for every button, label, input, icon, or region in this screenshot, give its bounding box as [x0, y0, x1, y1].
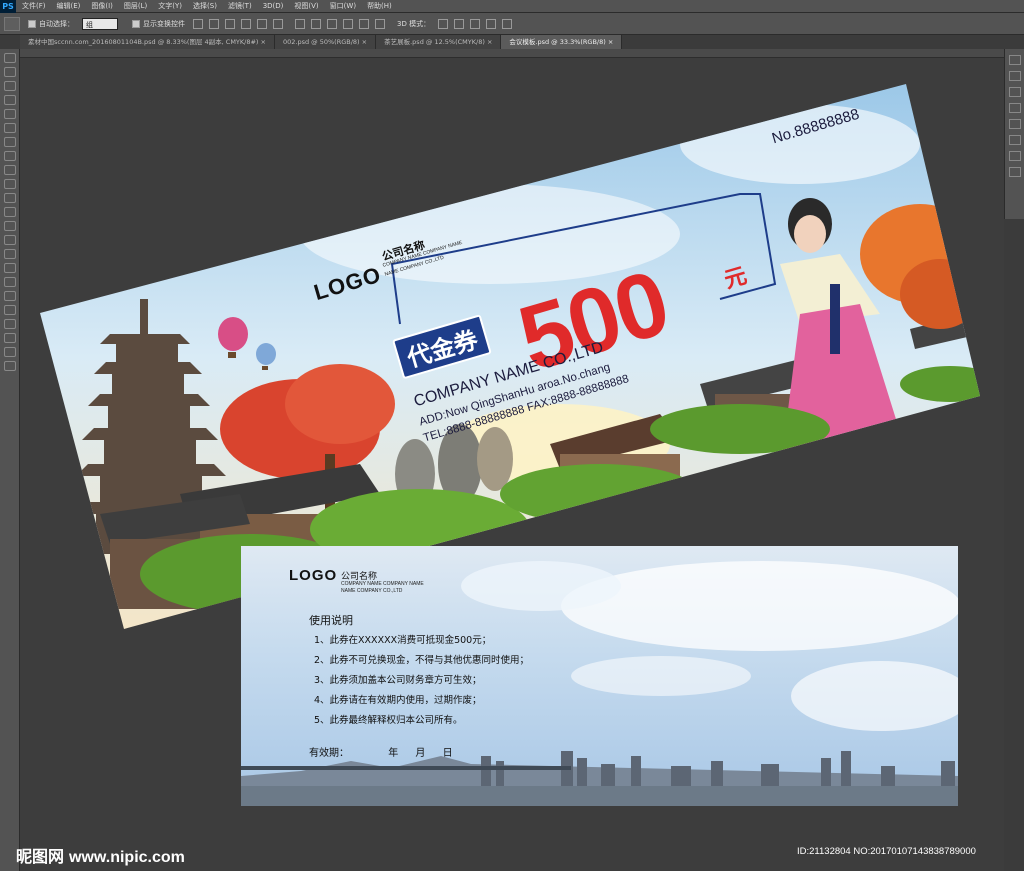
- usage-rule: 1、此券在XXXXXX消费可抵现金500元；: [314, 635, 492, 646]
- paragraph-panel-icon[interactable]: [1009, 167, 1021, 177]
- distribute-right-icon[interactable]: [375, 18, 385, 29]
- options-bar: 自动选择： 组 显示变换控件 3D 模式：: [0, 13, 1024, 35]
- path-select-icon[interactable]: [4, 277, 16, 287]
- align-buttons: [193, 18, 283, 29]
- menu-image[interactable]: 图像(I): [91, 1, 113, 11]
- roll-3d-icon[interactable]: [454, 18, 465, 29]
- tools-panel: [0, 49, 20, 871]
- menu-edit[interactable]: 编辑(E): [57, 1, 81, 11]
- menu-file[interactable]: 文件(F): [22, 1, 46, 11]
- show-transform-checkbox[interactable]: [132, 19, 140, 28]
- eraser-icon[interactable]: [4, 193, 16, 203]
- validity-day: 日: [442, 748, 453, 759]
- menu-filter[interactable]: 滤镜(T): [228, 1, 252, 11]
- drag-3d-icon[interactable]: [470, 18, 481, 29]
- back-company-small-1: COMPANY NAME COMPANY NAME: [341, 581, 424, 587]
- usage-rule: 5、此券最终解释权归本公司所有。: [314, 715, 463, 726]
- screen-mode-icon[interactable]: [4, 361, 16, 371]
- eyedropper-icon[interactable]: [4, 123, 16, 133]
- menu-help[interactable]: 帮助(H): [367, 1, 392, 11]
- align-right-icon[interactable]: [273, 18, 283, 29]
- photoshop-logo-icon[interactable]: PS: [0, 0, 16, 13]
- auto-select-dropdown[interactable]: 组: [82, 17, 118, 30]
- distribute-buttons: [295, 18, 385, 29]
- voucher-back: LOGO 公司名称 COMPANY NAME COMPANY NAME NAME…: [241, 546, 958, 806]
- auto-select-label: 自动选择：: [39, 19, 74, 28]
- align-bottom-icon[interactable]: [225, 18, 235, 29]
- align-left-icon[interactable]: [241, 18, 251, 29]
- adjustments-panel-icon[interactable]: [1009, 135, 1021, 145]
- history-panel-icon[interactable]: [1009, 55, 1021, 65]
- dodge-icon[interactable]: [4, 235, 16, 245]
- type-icon[interactable]: [4, 263, 16, 273]
- brush-icon[interactable]: [4, 151, 16, 161]
- distribute-center-icon[interactable]: [359, 18, 369, 29]
- distribute-top-icon[interactable]: [295, 18, 305, 29]
- validity-line: 有效期： 年 月 日: [309, 744, 467, 759]
- usage-heading: 使用说明: [309, 614, 353, 627]
- tab-document-1[interactable]: 素材中国sccnn.com_20160801104B.psd @ 8.33%(图…: [20, 35, 275, 49]
- distribute-left-icon[interactable]: [343, 18, 353, 29]
- clone-stamp-icon[interactable]: [4, 165, 16, 175]
- foreground-color-icon[interactable]: [4, 333, 16, 343]
- scale-3d-icon[interactable]: [502, 18, 513, 29]
- move-tool-icon[interactable]: [4, 16, 20, 31]
- usage-rule: 3、此券须加盖本公司财务章方可生效；: [314, 675, 482, 686]
- align-middle-icon[interactable]: [209, 18, 219, 29]
- menu-3d[interactable]: 3D(D): [263, 2, 284, 10]
- properties-panel-icon[interactable]: [1009, 71, 1021, 81]
- quick-select-icon[interactable]: [4, 95, 16, 105]
- tab-document-4[interactable]: 会议模板.psd @ 33.3%(RGB/8) ×: [501, 35, 623, 49]
- shape-icon[interactable]: [4, 291, 16, 301]
- paths-panel-icon[interactable]: [1009, 119, 1021, 129]
- menu-window[interactable]: 窗口(W): [330, 1, 356, 11]
- image-id-watermark: ID:21132804 NO:20170107143838789000: [797, 846, 976, 857]
- align-top-icon[interactable]: [193, 18, 203, 29]
- pen-icon[interactable]: [4, 249, 16, 259]
- mode-3d-buttons: [438, 18, 513, 29]
- menu-type[interactable]: 文字(Y): [158, 1, 182, 11]
- layers-panel-icon[interactable]: [1009, 87, 1021, 97]
- quick-mask-icon[interactable]: [4, 347, 16, 357]
- channels-panel-icon[interactable]: [1009, 103, 1021, 113]
- auto-select-checkbox[interactable]: [28, 19, 36, 28]
- character-panel-icon[interactable]: [1009, 151, 1021, 161]
- menu-layer[interactable]: 图层(L): [124, 1, 147, 11]
- document-tabs: 素材中国sccnn.com_20160801104B.psd @ 8.33%(图…: [20, 35, 623, 49]
- marquee-icon[interactable]: [4, 67, 16, 77]
- usage-rule: 4、此券请在有效期内使用，过期作废；: [314, 695, 482, 706]
- menu-view[interactable]: 视图(V): [294, 1, 318, 11]
- tab-document-2[interactable]: 002.psd @ 50%(RGB/8) ×: [274, 35, 377, 49]
- gradient-icon[interactable]: [4, 207, 16, 217]
- slide-3d-icon[interactable]: [486, 18, 497, 29]
- right-panel-dock: [1004, 49, 1024, 219]
- distribute-middle-icon[interactable]: [311, 18, 321, 29]
- validity-month: 月: [415, 748, 426, 759]
- tab-document-3[interactable]: 茶艺展板.psd @ 12.5%(CMYK/8) ×: [376, 35, 502, 49]
- distribute-bottom-icon[interactable]: [327, 18, 337, 29]
- crop-icon[interactable]: [4, 109, 16, 119]
- move-icon[interactable]: [4, 53, 16, 63]
- usage-rule: 2、此券不可兑换现金，不得与其他优惠同时使用；: [314, 655, 530, 666]
- ruler: [20, 49, 1004, 58]
- hand-icon[interactable]: [4, 305, 16, 315]
- back-logo: LOGO: [289, 567, 338, 584]
- blur-icon[interactable]: [4, 221, 16, 231]
- mode-3d-label: 3D 模式：: [397, 19, 431, 28]
- validity-year: 年: [388, 748, 399, 759]
- zoom-icon[interactable]: [4, 319, 16, 329]
- healing-brush-icon[interactable]: [4, 137, 16, 147]
- watermark-site-name: 昵图网: [16, 847, 65, 866]
- watermark-url: www.nipic.com: [69, 849, 185, 866]
- rotate-3d-icon[interactable]: [438, 18, 449, 29]
- lasso-icon[interactable]: [4, 81, 16, 91]
- menu-select[interactable]: 选择(S): [193, 1, 217, 11]
- align-center-icon[interactable]: [257, 18, 267, 29]
- validity-label: 有效期：: [309, 748, 349, 759]
- back-company-small-2: NAME COMPANY CO.,LTD: [341, 588, 403, 594]
- menu-bar: PS 文件(F) 编辑(E) 图像(I) 图层(L) 文字(Y) 选择(S) 滤…: [0, 0, 1024, 13]
- history-brush-icon[interactable]: [4, 179, 16, 189]
- site-watermark: 昵图网 www.nipic.com: [16, 843, 185, 867]
- show-transform-label: 显示变换控件: [143, 19, 185, 28]
